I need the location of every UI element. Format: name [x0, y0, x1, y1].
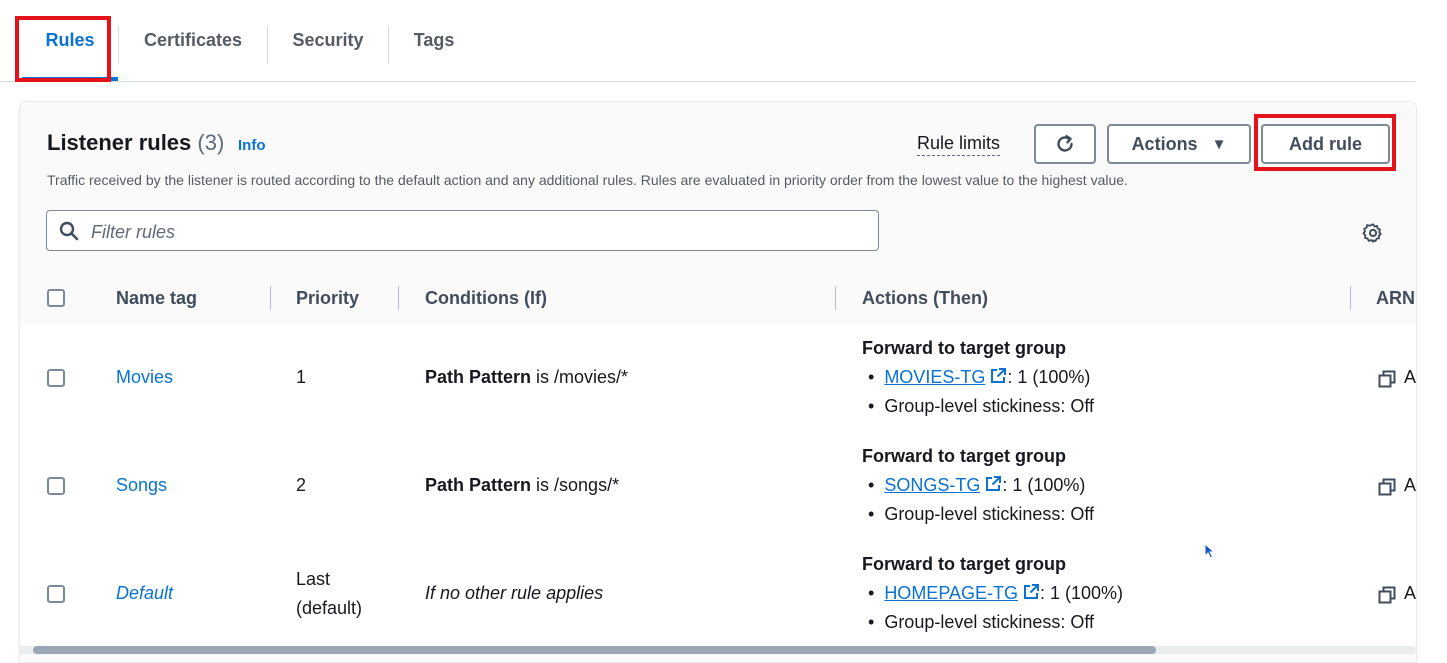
action-title: Forward to target group [862, 338, 1066, 358]
copy-icon[interactable] [1378, 478, 1396, 496]
header-name-tag[interactable]: Name tag [116, 273, 197, 324]
info-link[interactable]: Info [238, 137, 266, 154]
rule-name-link[interactable]: Movies [116, 367, 173, 388]
tab-rules[interactable]: Rules [22, 0, 118, 81]
stickiness-text: Group-level stickiness: Off [884, 612, 1095, 632]
target-group-line: • SONGS-TG: 1 (100%) [868, 475, 1086, 495]
rule-condition: If no other rule applies [425, 583, 604, 603]
rule-actions: Forward to target group • MOVIES-TG: 1 (… [862, 338, 1094, 428]
stickiness-line: • Group-level stickiness: Off [868, 612, 1095, 632]
external-link-icon[interactable] [984, 475, 1002, 493]
horizontal-scrollbar[interactable] [19, 646, 1415, 654]
active-tab-indicator [22, 77, 118, 81]
search-icon [59, 221, 79, 241]
external-link-icon[interactable] [989, 367, 1007, 385]
add-rule-button[interactable]: Add rule [1261, 124, 1390, 164]
column-divider[interactable] [835, 286, 836, 310]
target-group-link[interactable]: MOVIES-TG [884, 367, 985, 387]
header-priority[interactable]: Priority [296, 273, 359, 324]
listener-rules-panel: Listener rules (3) Info Traffic received… [19, 101, 1417, 663]
target-weight: : 1 (100%) [1040, 583, 1124, 603]
rule-actions: Forward to target group • HOMEPAGE-TG: 1… [862, 554, 1123, 644]
row-checkbox[interactable] [47, 585, 65, 603]
arn-value: A [1404, 367, 1417, 387]
actions-dropdown-button[interactable]: Actions ▼ [1107, 124, 1251, 164]
select-all-checkbox[interactable] [47, 289, 65, 307]
settings-gear-icon[interactable] [1362, 222, 1384, 244]
target-group-link[interactable]: SONGS-TG [884, 475, 980, 495]
external-link-icon[interactable] [1022, 583, 1040, 601]
add-rule-label: Add rule [1288, 133, 1362, 154]
target-weight: : 1 (100%) [1002, 475, 1086, 495]
filter-rules-input[interactable] [89, 219, 853, 245]
table-row: Movies 1 Path Pattern is /movies/* Forwa… [20, 324, 1416, 433]
table-header: Name tag Priority Conditions (If) Action… [20, 273, 1416, 325]
column-divider[interactable] [398, 286, 399, 310]
tab-tags[interactable]: Tags [389, 0, 479, 81]
panel-title: Listener rules (3) [47, 130, 224, 156]
actions-label: Actions [1131, 133, 1198, 154]
stickiness-line: • Group-level stickiness: Off [868, 504, 1095, 524]
action-title: Forward to target group [862, 446, 1066, 466]
scrollbar-thumb[interactable] [33, 646, 1156, 654]
tab-bar: Rules Certificates Security Tags [0, 0, 1415, 82]
refresh-button[interactable] [1034, 124, 1096, 164]
arn-value: A [1404, 475, 1417, 495]
rule-priority-note: (default) [296, 598, 363, 618]
copy-icon[interactable] [1378, 370, 1396, 388]
table-row: Songs 2 Path Pattern is /songs/* Forward… [20, 432, 1416, 541]
arn-value: A [1404, 583, 1417, 603]
column-divider[interactable] [270, 286, 271, 310]
target-group-line: • MOVIES-TG: 1 (100%) [868, 367, 1091, 387]
caret-down-icon: ▼ [1211, 135, 1227, 153]
column-divider[interactable] [1350, 286, 1351, 310]
condition-value: is /movies/* [531, 367, 629, 387]
target-group-link[interactable]: HOMEPAGE-TG [884, 583, 1018, 603]
rule-name-link[interactable]: Default [116, 583, 173, 604]
panel-title-text: Listener rules [47, 130, 192, 155]
row-checkbox[interactable] [47, 477, 65, 495]
condition-value: is /songs/* [531, 475, 620, 495]
refresh-icon [1057, 135, 1073, 152]
rule-count: (3) [197, 130, 225, 155]
rule-actions: Forward to target group • SONGS-TG: 1 (1… [862, 446, 1094, 536]
action-title: Forward to target group [862, 554, 1066, 574]
condition-type: Path Pattern [425, 475, 532, 495]
row-checkbox[interactable] [47, 369, 65, 387]
rule-condition: Path Pattern is /movies/* [425, 367, 628, 388]
copy-icon[interactable] [1378, 586, 1396, 604]
stickiness-text: Group-level stickiness: Off [884, 504, 1095, 524]
header-actions[interactable]: Actions (Then) [862, 273, 988, 324]
target-weight: : 1 (100%) [1007, 367, 1091, 387]
rule-priority: 2 [296, 475, 307, 495]
target-group-line: • HOMEPAGE-TG: 1 (100%) [868, 583, 1124, 603]
panel-description: Traffic received by the listener is rout… [47, 172, 1128, 188]
header-conditions[interactable]: Conditions (If) [425, 273, 547, 324]
filter-rules-field[interactable] [46, 210, 879, 251]
tab-certificates[interactable]: Certificates [119, 0, 267, 81]
rule-priority: 1 [296, 367, 307, 387]
stickiness-line: • Group-level stickiness: Off [868, 396, 1095, 416]
rule-condition: Path Pattern is /songs/* [425, 475, 619, 496]
rule-limits-link[interactable]: Rule limits [917, 133, 1001, 156]
mouse-cursor-icon [1204, 543, 1216, 559]
rule-name-link[interactable]: Songs [116, 475, 167, 496]
stickiness-text: Group-level stickiness: Off [884, 396, 1095, 416]
header-arn[interactable]: ARN [1376, 273, 1415, 324]
rule-priority: Last [296, 569, 331, 589]
tab-security[interactable]: Security [268, 0, 388, 81]
condition-type: Path Pattern [425, 367, 532, 387]
